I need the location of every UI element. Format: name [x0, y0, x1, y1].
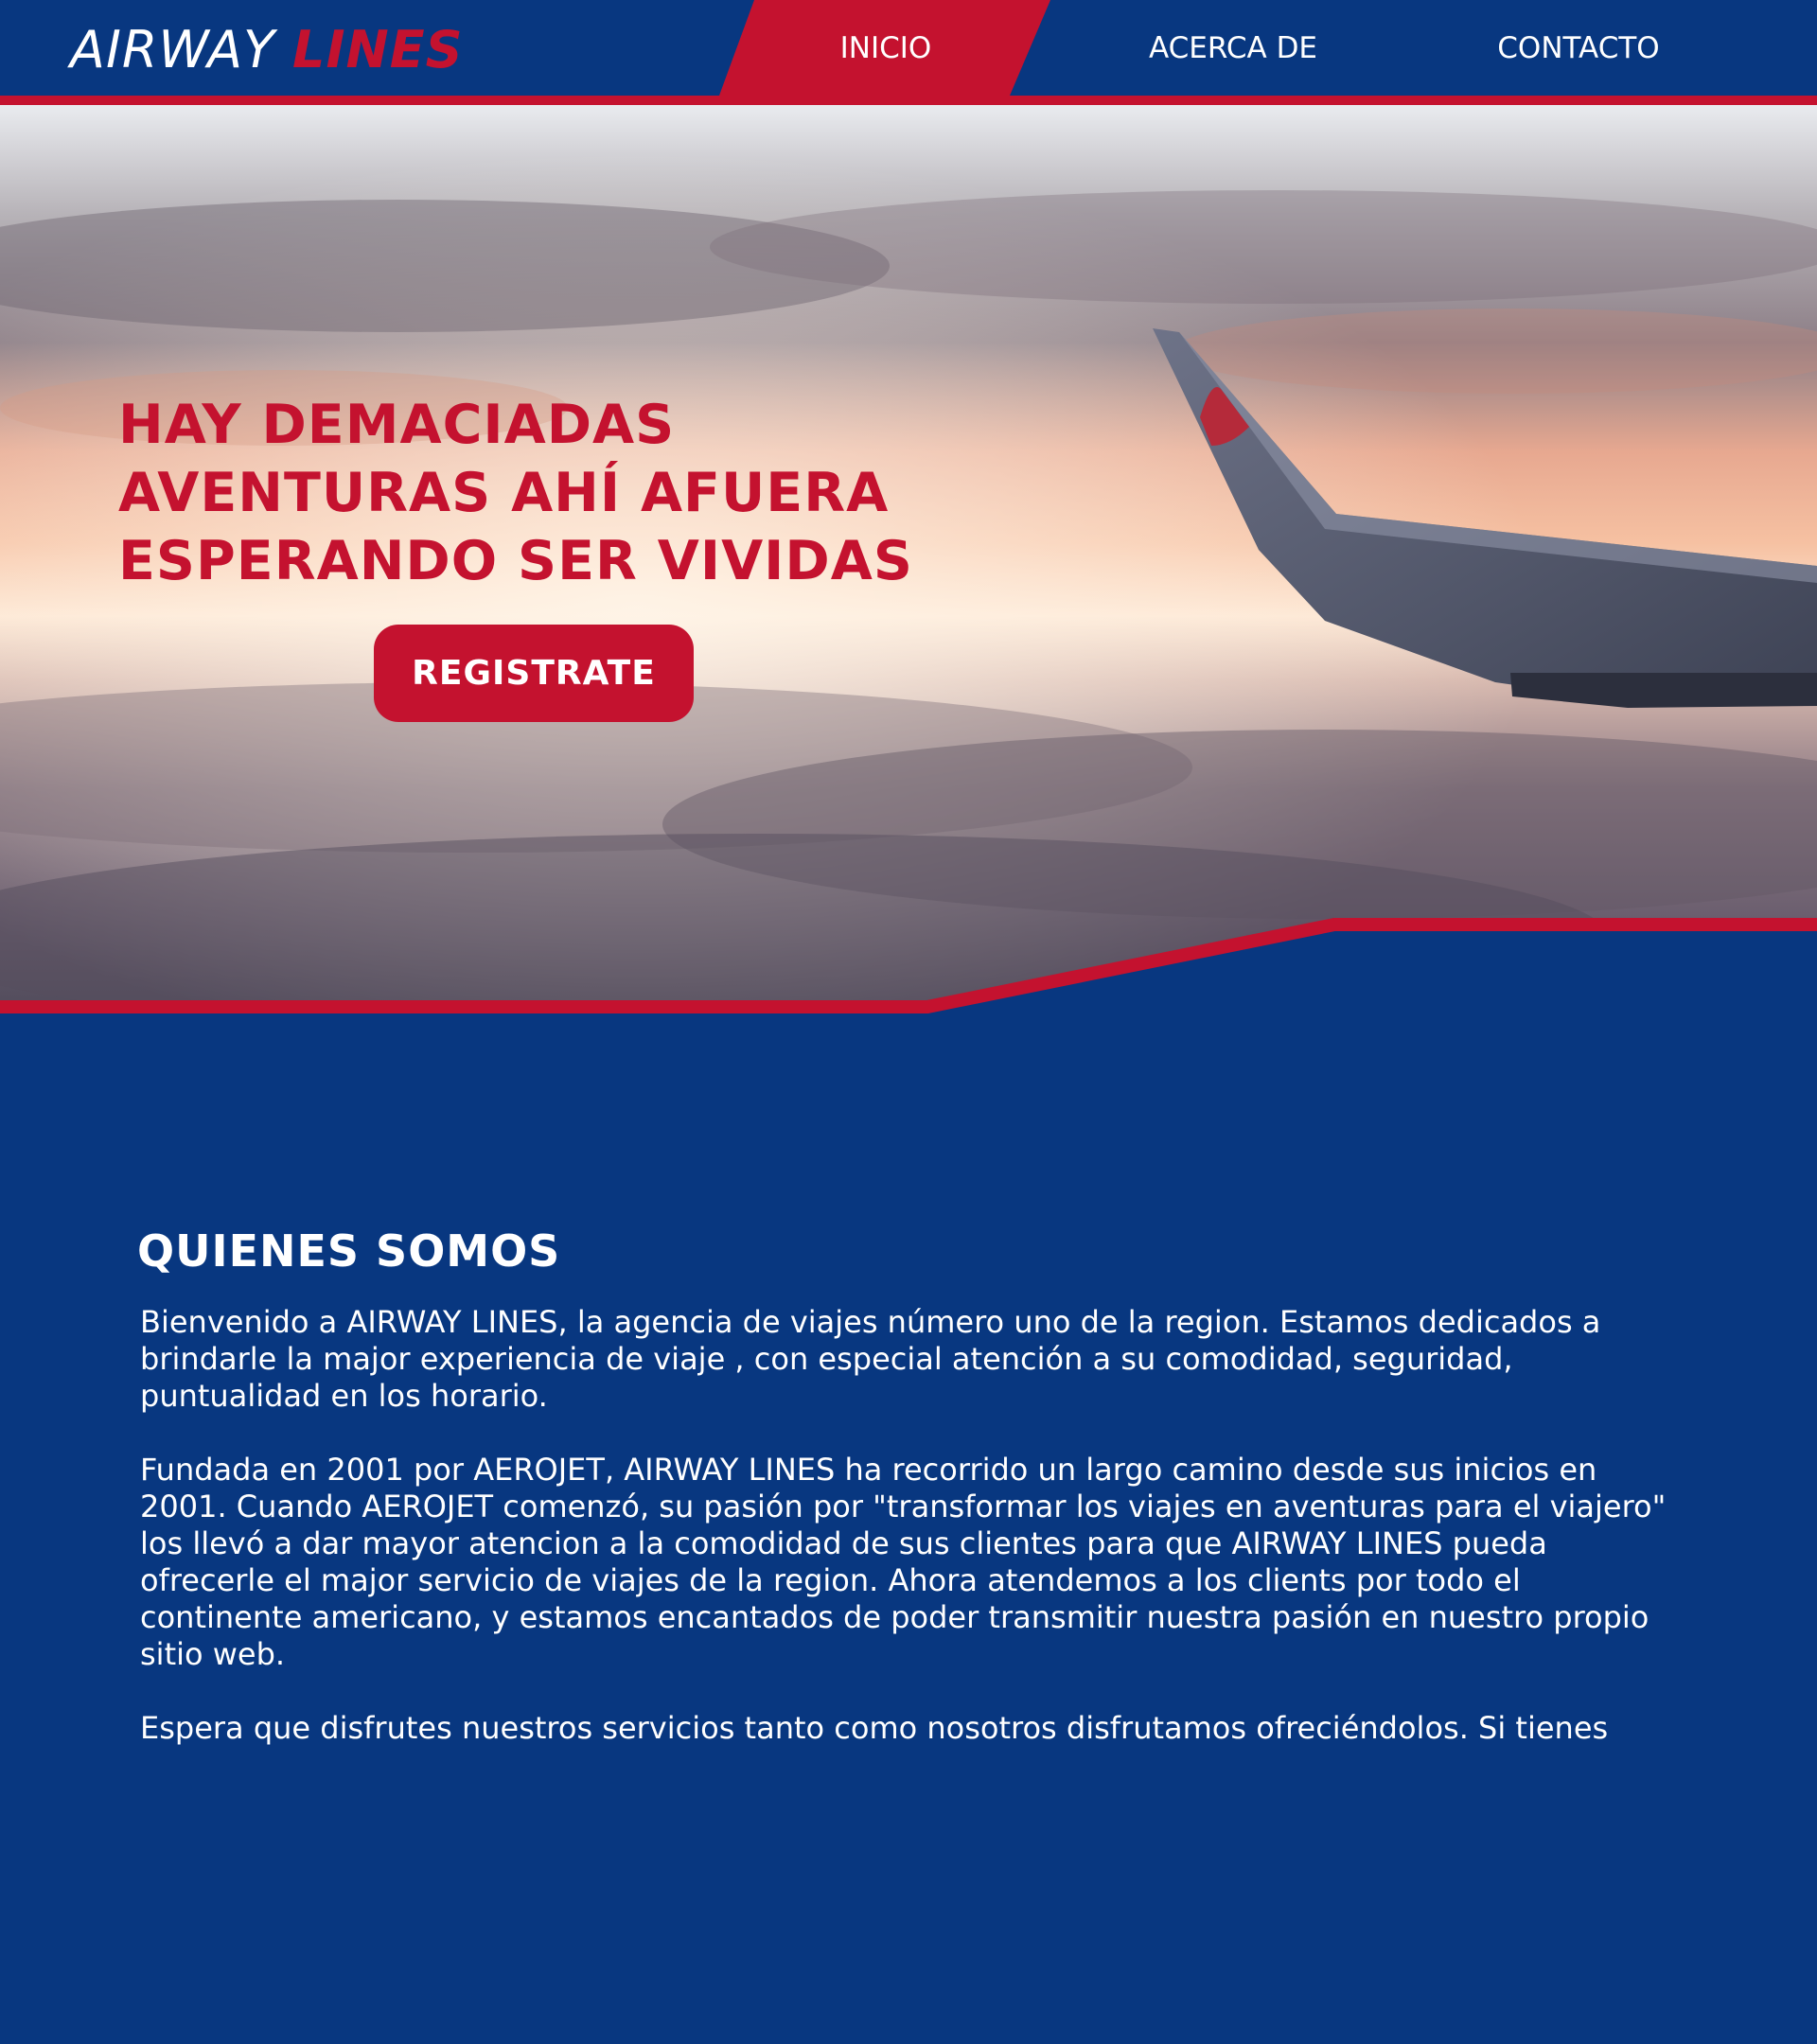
header-divider — [0, 96, 1817, 105]
about-heading: QUIENES SOMOS — [137, 1225, 561, 1277]
hero-section: HAY DEMACIADAS AVENTURAS AHÍ AFUERA ESPE… — [0, 105, 1817, 1018]
site-header: AIRWAY LINES INICIO ACERCA DE CONTACTO — [0, 0, 1817, 96]
about-paragraph-1: Bienvenido a AIRWAY LINES, la agencia de… — [140, 1304, 1601, 1414]
site-logo[interactable]: AIRWAY LINES — [70, 17, 464, 83]
nav-link-acerca-de[interactable]: ACERCA DE — [1098, 25, 1368, 72]
nav-link-inicio[interactable]: INICIO — [776, 25, 996, 72]
about-paragraph-3: Espera que disfrutes nuestros servicios … — [140, 1710, 1609, 1746]
hero-headline-line-1: HAY DEMACIADAS — [118, 394, 676, 456]
hero-headline-line-2: AVENTURAS AHÍ AFUERA — [118, 462, 890, 524]
hero-divider-shape — [0, 918, 1817, 1022]
logo-word-lines: LINES — [292, 20, 464, 79]
about-paragraph-2: Fundada en 2001 por AEROJET, AIRWAY LINE… — [140, 1452, 1667, 1672]
about-section: QUIENES SOMOS Bienvenido a AIRWAY LINES,… — [137, 1223, 1689, 1747]
logo-word-airway: AIRWAY — [70, 20, 276, 79]
register-button[interactable]: REGISTRATE — [374, 625, 694, 722]
hero-headline-line-3: ESPERANDO SER VIVIDAS — [118, 530, 913, 592]
nav-link-contacto[interactable]: CONTACTO — [1462, 25, 1695, 72]
hero-headline: HAY DEMACIADAS AVENTURAS AHÍ AFUERA ESPE… — [118, 391, 1065, 595]
